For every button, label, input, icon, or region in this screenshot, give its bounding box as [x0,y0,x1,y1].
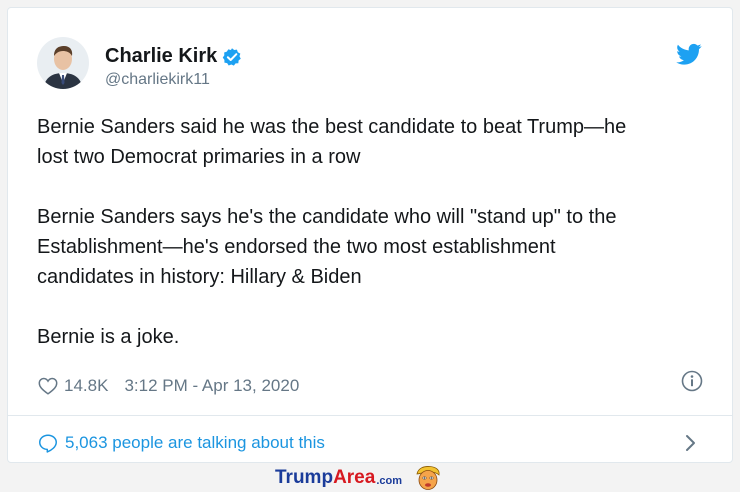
tweet-paragraph: Bernie Sanders said he was the best cand… [37,116,627,168]
brand-part2: Area [333,467,376,488]
author-name[interactable]: Charlie Kirk [105,45,217,68]
talking-text: 5,063 people are talking about this [65,433,325,452]
twitter-bird-icon[interactable] [676,41,702,67]
site-watermark: Trump Area .com [275,465,442,491]
verified-badge-icon [223,47,242,66]
talking-link[interactable]: 5,063 people are talking about this [37,432,325,454]
tweet-paragraph: Bernie Sanders says he's the candidate w… [37,206,617,288]
brand-part1: Trump [275,467,334,488]
timestamp[interactable]: 3:12 PM - Apr 13, 2020 [124,376,299,396]
tweet-text: Bernie Sanders said he was the best cand… [37,112,717,352]
tweet-paragraph: Bernie is a joke. [37,326,180,348]
heart-icon[interactable] [37,375,59,397]
avatar[interactable] [37,37,89,89]
brand-tld: .com [376,474,402,487]
comment-bubble-icon [39,434,57,453]
trump-caricature-icon [416,466,440,490]
chevron-right-icon[interactable] [683,433,699,453]
like-count[interactable]: 14.8K [64,376,108,396]
divider [8,415,732,416]
author-row: Charlie Kirk [105,45,242,68]
tweet-card: Charlie Kirk @charliekirk11 Bernie Sande… [7,7,733,463]
info-icon[interactable] [680,369,704,393]
tweet-meta: 14.8K 3:12 PM - Apr 13, 2020 [37,375,299,397]
author-handle[interactable]: @charliekirk11 [105,71,210,89]
